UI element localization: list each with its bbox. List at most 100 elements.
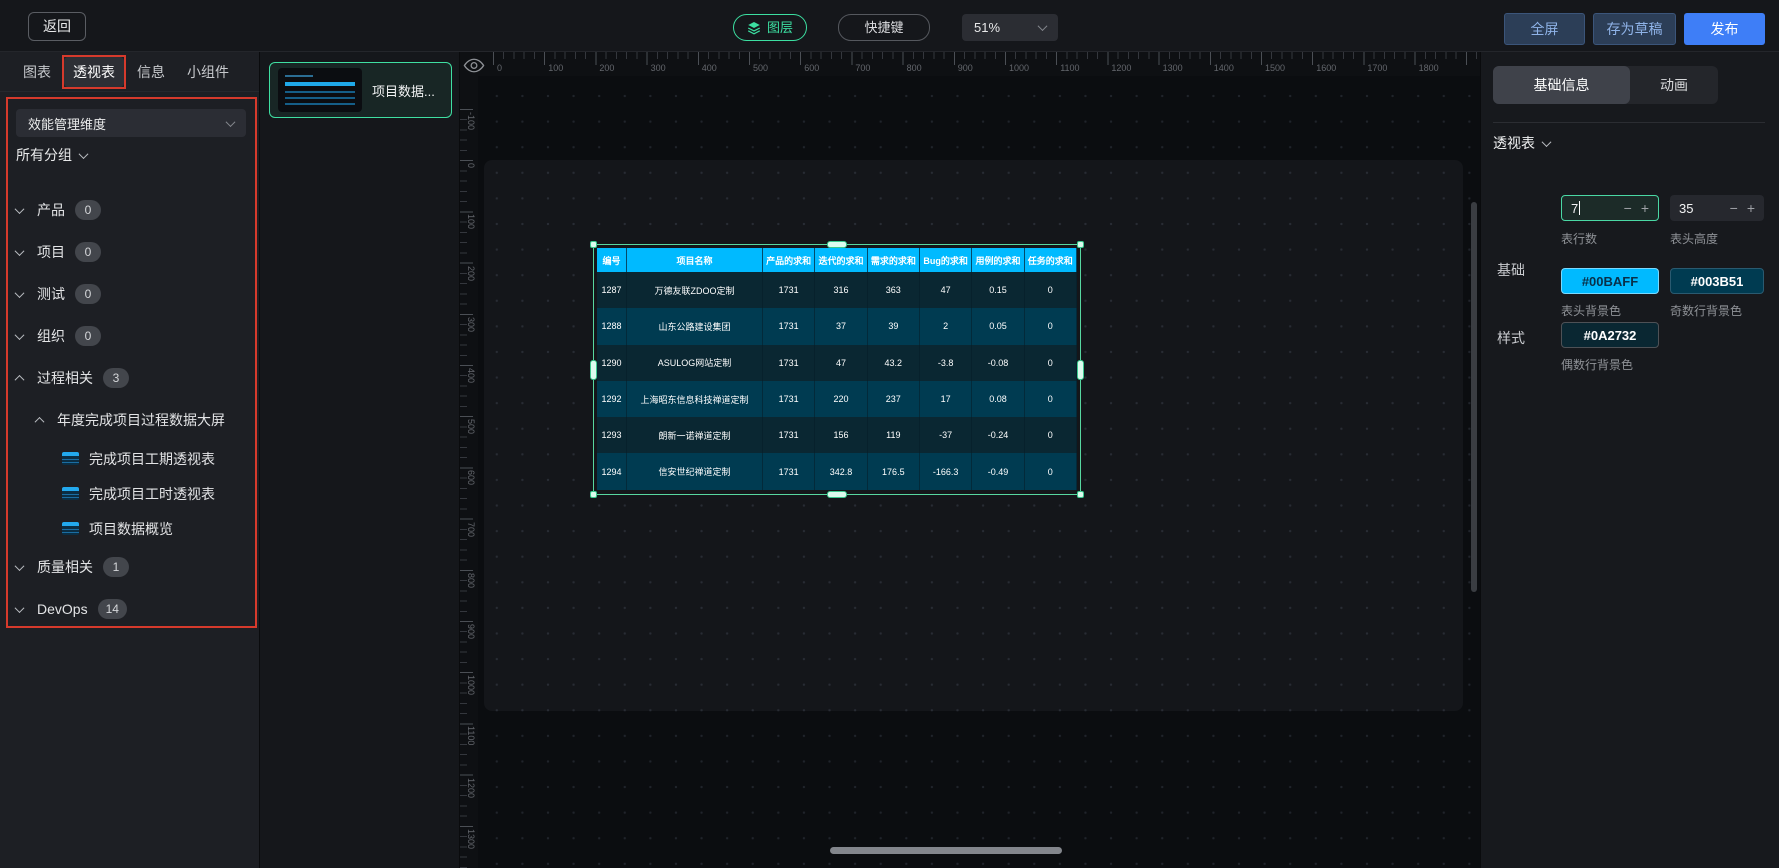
tree-item-product[interactable]: 产品 0 (0, 189, 251, 231)
publish-button[interactable]: 发布 (1684, 13, 1765, 45)
table-cell: 1287 (597, 272, 627, 309)
tree-item-annual-screen-group[interactable]: 年度完成项目过程数据大屏 (0, 399, 251, 441)
tree-item-test[interactable]: 测试 0 (0, 273, 251, 315)
tab-basic-info[interactable]: 基础信息 (1493, 66, 1630, 104)
properties-panel: 基础信息 动画 透视表 基础 7 − + 35 − + 表行数 表头高度 样式 … (1480, 52, 1779, 868)
table-rows-label: 表行数 (1561, 232, 1598, 246)
zoom-level-select[interactable]: 51% (962, 14, 1058, 41)
horizontal-ruler: 0 100 200 300 400 500 600 700 800 900 1000 1100 1200… (460, 52, 1480, 76)
table-rows-stepper[interactable]: 7 − + (1561, 195, 1659, 221)
tab-animation[interactable]: 动画 (1630, 66, 1718, 104)
tab-info[interactable]: 信息 (128, 57, 174, 87)
table-header-cell: 用例的求和 (972, 248, 1025, 272)
tree-item-label: 完成项目工期透视表 (89, 450, 215, 467)
table-cell: 47 (815, 344, 868, 381)
tree-item-process[interactable]: 过程相关 3 (0, 357, 251, 399)
tree-item-label: 年度完成项目过程数据大屏 (57, 412, 225, 428)
count-badge: 0 (75, 326, 101, 346)
table-cell: 47 (920, 272, 973, 309)
count-badge: 1 (103, 557, 129, 577)
table-cell: -0.49 (972, 453, 1025, 490)
table-header-cell: 需求的求和 (868, 248, 920, 272)
table-cell: 156 (815, 417, 868, 454)
text-cursor (1579, 200, 1581, 215)
chevron-up-icon (14, 374, 25, 385)
chevron-down-icon (14, 203, 25, 214)
chevron-down-icon (14, 245, 25, 256)
header-bg-color-label: 表头背景色 (1561, 304, 1622, 318)
fullscreen-button[interactable]: 全屏 (1504, 13, 1585, 45)
minus-button[interactable]: − (1730, 200, 1738, 216)
back-button[interactable]: 返回 (28, 12, 86, 41)
tree-item-quality[interactable]: 质量相关 1 (0, 546, 251, 588)
table-cell: -166.3 (920, 453, 973, 490)
header-bg-color-swatch[interactable]: #00BAFF (1561, 268, 1659, 294)
vertical-scrollbar[interactable] (1471, 202, 1477, 592)
odd-row-bg-color-swatch[interactable]: #003B51 (1670, 268, 1764, 294)
table-cell: 朗新一诺禅道定制 (627, 417, 763, 454)
header-height-stepper[interactable]: 35 − + (1670, 195, 1764, 221)
tab-widgets[interactable]: 小组件 (178, 57, 238, 87)
layers-button[interactable]: 图层 (733, 14, 808, 41)
tree-item-devops[interactable]: DevOps 14 (0, 588, 251, 630)
chevron-down-icon (1541, 136, 1552, 147)
table-icon (62, 522, 79, 535)
table-cell: -37 (920, 417, 973, 454)
table-cell: 119 (868, 417, 920, 454)
tree-item-label: 组织 (37, 328, 65, 344)
chevron-down-icon (14, 329, 25, 340)
table-icon (62, 452, 79, 465)
plus-button[interactable]: + (1747, 200, 1755, 216)
pivot-table-component[interactable]: 编号 项目名称 产品的求和 迭代的求和 需求的求和 Bug的求和 用例的求和 任务的求和 128… (597, 248, 1077, 490)
table-icon (62, 487, 79, 500)
group-filter[interactable]: 所有分组 (16, 144, 89, 166)
tree-item-project-overview[interactable]: 项目数据概览 (0, 511, 251, 546)
dimension-select[interactable]: 效能管理维度 (16, 109, 246, 137)
dimension-select-value: 效能管理维度 (28, 116, 107, 132)
odd-row-bg-color-label: 奇数行背景色 (1670, 304, 1743, 318)
tree-item-duration-pivot[interactable]: 完成项目工期透视表 (0, 441, 251, 476)
layer-item-label: 项目数据... (372, 83, 435, 99)
tree-item-project[interactable]: 项目 0 (0, 231, 251, 273)
design-canvas[interactable]: 0 100 200 300 400 500 600 700 800 900 1000 1100 1200… (460, 52, 1480, 868)
table-cell: 1731 (763, 308, 816, 345)
table-cell: 0 (1025, 380, 1077, 418)
table-row: 1287 万德友联ZDOO定制 1731 316 363 47 0.15 0 (597, 272, 1077, 309)
table-cell: 1292 (597, 380, 627, 418)
vertical-ruler: -100 0 100 200 300 400 500 600 700 800 900 1000 1100… (460, 76, 478, 868)
table-row: 1294 信安世纪禅道定制 1731 342.8 176.5 -166.3 -0.49 0 (597, 453, 1077, 490)
tab-pivot-table[interactable]: 透视表 (64, 56, 124, 87)
even-row-bg-color-swatch[interactable]: #0A2732 (1561, 322, 1659, 348)
tab-charts[interactable]: 图表 (14, 57, 60, 87)
eye-icon[interactable] (463, 58, 485, 73)
app-window: 返回 图层 快捷键 51% 全屏 存为草稿 发布 图表 透视表 信息 小组件 效… (0, 0, 1779, 868)
table-cell: 363 (868, 272, 920, 309)
plus-button[interactable]: + (1641, 200, 1649, 216)
table-cell: 山东公路建设集团 (627, 308, 763, 345)
table-row: 1288 山东公路建设集团 1731 37 39 2 0.05 0 (597, 308, 1077, 345)
chevron-down-icon (14, 287, 25, 298)
layers-icon (747, 21, 761, 35)
table-cell: 1294 (597, 453, 627, 490)
component-type-header[interactable]: 透视表 (1493, 133, 1552, 153)
table-cell: 0 (1025, 417, 1077, 454)
table-cell: 37 (815, 308, 868, 345)
shortcut-keys-button[interactable]: 快捷键 (838, 14, 930, 41)
tree-item-organization[interactable]: 组织 0 (0, 315, 251, 357)
table-cell: 信安世纪禅道定制 (627, 453, 763, 490)
table-rows-value: 7 (1571, 200, 1581, 216)
table-cell: 2 (920, 308, 973, 345)
minus-button[interactable]: − (1624, 200, 1632, 216)
table-cell: 1288 (597, 308, 627, 345)
save-draft-button[interactable]: 存为草稿 (1593, 13, 1676, 45)
table-cell: 342.8 (815, 453, 868, 490)
table-header-cell: 编号 (597, 248, 627, 272)
tree-item-label: DevOps (37, 601, 88, 617)
tree-item-label: 产品 (37, 202, 65, 218)
table-cell: 1731 (763, 380, 816, 418)
tree-item-worktime-pivot[interactable]: 完成项目工时透视表 (0, 476, 251, 511)
tree-item-label: 测试 (37, 286, 65, 302)
horizontal-scrollbar[interactable] (830, 847, 1062, 854)
properties-tabs: 基础信息 动画 (1493, 66, 1718, 104)
layer-item-selected[interactable]: 项目数据... (269, 62, 452, 118)
